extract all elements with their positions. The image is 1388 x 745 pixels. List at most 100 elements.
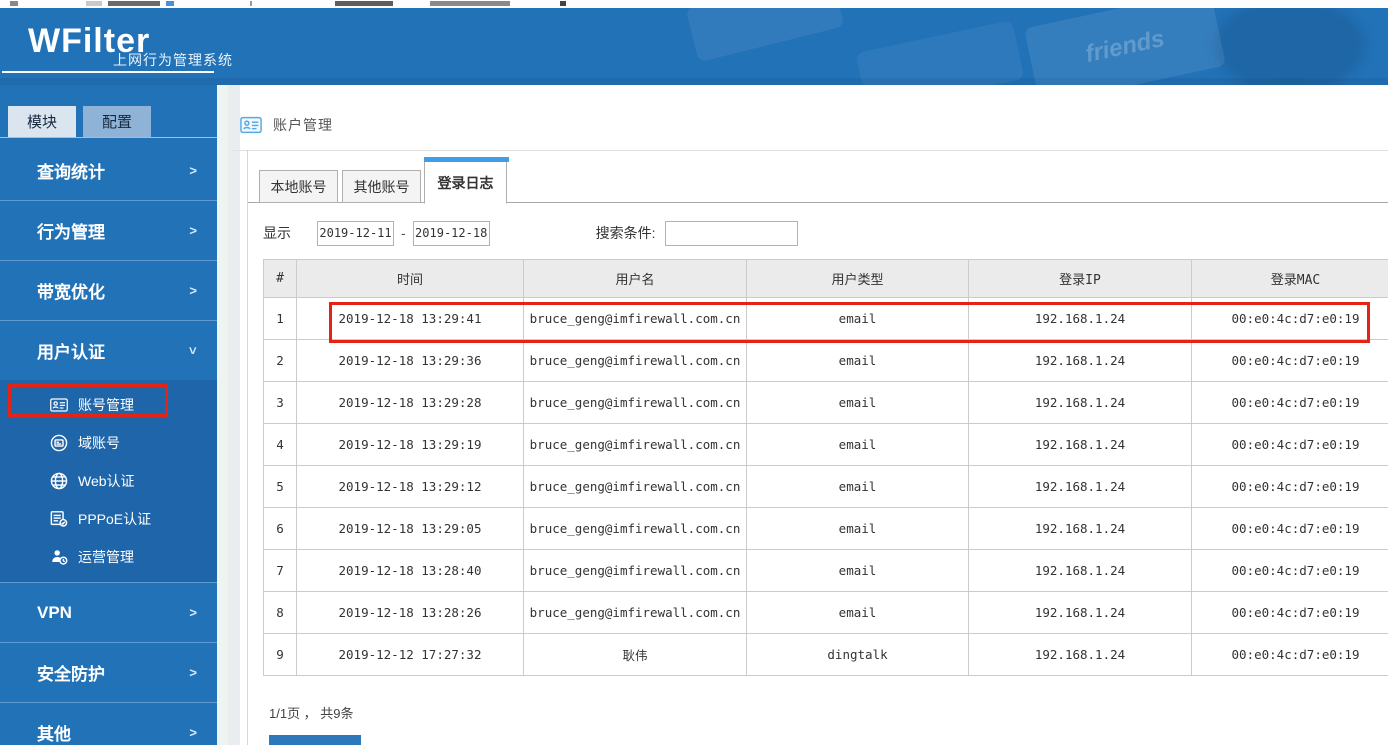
column-header: 用户类型 (746, 259, 969, 298)
table-cell: email (746, 549, 969, 592)
table-cell: 2019-12-18 13:29:12 (296, 465, 524, 508)
domain-account-icon (50, 433, 70, 453)
table-cell: 7 (263, 549, 297, 592)
table-cell: 8 (263, 591, 297, 634)
chevron-right-icon: > (189, 665, 197, 680)
table-cell: 5 (263, 465, 297, 508)
sidebar: 模块 配置 查询统计 > 行为管理 > 带宽优化 > 用户认证 > 账号管理 域账号 Web认证 PPP… (0, 71, 217, 745)
page-title: 账户管理 (273, 117, 333, 133)
sidebar-subitem-2[interactable]: Web认证 (0, 462, 217, 500)
table-cell: 2019-12-18 13:29:19 (296, 423, 524, 466)
sidebar-menu: 查询统计 > 行为管理 > 带宽优化 > 用户认证 > 账号管理 域账号 Web认证 PPPoE认证运… (0, 140, 217, 745)
id-card-icon (50, 395, 70, 415)
id-card-icon (240, 116, 262, 134)
chevron-right-icon: > (189, 162, 197, 178)
browser-remnant-mark (335, 1, 393, 6)
tab-login-log[interactable]: 登录日志 (424, 157, 509, 204)
table-cell: 192.168.1.24 (968, 507, 1192, 550)
date-to-input[interactable] (412, 220, 490, 246)
globe-icon (50, 471, 70, 491)
table-cell: 2019-12-18 13:29:05 (296, 507, 524, 550)
search-criteria-input[interactable] (664, 220, 798, 246)
column-header: # (263, 259, 297, 298)
browser-remnant-mark (560, 1, 566, 6)
wfilter-app: friends WFilter 上网行为管理系统 模块 配置 查询统计 > 行为管理 >… (0, 0, 1388, 745)
browser-remnant-mark (86, 1, 102, 6)
sidebar-item-6[interactable]: 其他 > (0, 702, 217, 745)
table-row[interactable]: 2 2019-12-18 13:29:36 bruce_geng@imfirewal… (263, 339, 1388, 382)
search-criteria-label: 搜索条件: (595, 225, 656, 241)
sidebar-subitem-label: Web认证 (78, 473, 135, 489)
browser-remnant-mark (250, 1, 252, 6)
browser-remnant-strip (0, 0, 1388, 8)
table-cell: bruce_geng@imfirewall.com.cn (523, 591, 747, 634)
sidebar-subitem-4[interactable]: 运营管理 (0, 538, 217, 576)
chevron-right-icon: > (189, 605, 197, 620)
table-cell: 192.168.1.24 (968, 297, 1192, 340)
sidebar-subitem-label: 账号管理 (78, 397, 134, 413)
table-cell: bruce_geng@imfirewall.com.cn (523, 465, 747, 508)
keyboard-decoration (685, 8, 845, 63)
table-cell: 192.168.1.24 (968, 423, 1192, 466)
app-logo-subtitle: 上网行为管理系统 (113, 52, 233, 68)
chevron-right-icon: > (189, 725, 197, 740)
column-header: 用户名 (523, 259, 747, 298)
date-from-input[interactable] (317, 220, 394, 246)
table-cell: bruce_geng@imfirewall.com.cn (523, 423, 747, 466)
column-header: 登录IP (968, 259, 1192, 298)
sidebar-item-5[interactable]: 安全防护 > (0, 642, 217, 702)
column-header: 时间 (296, 259, 524, 298)
sidebar-subitem-3[interactable]: PPPoE认证 (0, 500, 217, 538)
display-label: 显示 (263, 225, 291, 241)
page-title-row: 账户管理 (240, 115, 333, 135)
chevron-right-icon: > (189, 283, 197, 298)
browser-remnant-mark (430, 1, 510, 6)
sidebar-item-label: VPN (37, 602, 72, 622)
tab-local-accounts[interactable]: 本地账号 (259, 170, 338, 203)
header-shade (0, 78, 1388, 85)
table-cell: dingtalk (746, 633, 969, 676)
table-cell: 2019-12-18 13:29:36 (296, 339, 524, 382)
account-panel: 本地账号 其他账号 登录日志 显示 - 搜索条件: #时间用户名用户类型登录IP… (247, 150, 1388, 745)
table-row[interactable]: 8 2019-12-18 13:28:26 bruce_geng@imfirewal… (263, 591, 1388, 634)
table-cell: 192.168.1.24 (968, 591, 1192, 634)
table-row[interactable]: 4 2019-12-18 13:29:19 bruce_geng@imfirewal… (263, 423, 1388, 466)
table-cell: 2019-12-18 13:28:26 (296, 591, 524, 634)
sidebar-item-4[interactable]: VPN > (0, 582, 217, 642)
sidebar-item-0[interactable]: 查询统计 > (0, 140, 217, 200)
table-cell: 00:e0:4c:d7:e0:19 (1191, 339, 1388, 382)
table-row[interactable]: 5 2019-12-18 13:29:12 bruce_geng@imfirewal… (263, 465, 1388, 508)
pagination-text: 1/1页 ， 共9条 (269, 706, 354, 721)
table-row[interactable]: 7 2019-12-18 13:28:40 bruce_geng@imfirewal… (263, 549, 1388, 592)
sidebar-tab-config[interactable]: 配置 (83, 106, 151, 137)
table-row[interactable]: 9 2019-12-12 17:27:32 耿伟 dingtalk 192.168.1.… (263, 633, 1388, 676)
sidebar-item-3[interactable]: 用户认证 > (0, 320, 217, 380)
login-log-table-wrap: # 时间 用户名 用户类型 登录IP 登录MAC 1 2019-12-18 13:29:41 b… (263, 259, 1388, 676)
sidebar-item-label: 用户认证 (37, 343, 105, 362)
table-cell: 00:e0:4c:d7:e0:19 (1191, 381, 1388, 424)
sidebar-subitem-0[interactable]: 账号管理 (0, 386, 217, 424)
browser-remnant-mark (166, 1, 174, 6)
sidebar-item-1[interactable]: 行为管理 > (0, 200, 217, 260)
finger-decoration (1215, 8, 1365, 85)
table-row[interactable]: 3 2019-12-18 13:29:28 bruce_geng@imfirewal… (263, 381, 1388, 424)
app-header: friends WFilter 上网行为管理系统 (0, 8, 1388, 85)
table-cell: bruce_geng@imfirewall.com.cn (523, 381, 747, 424)
table-cell: 2019-12-12 17:27:32 (296, 633, 524, 676)
login-log-table: # 时间 用户名 用户类型 登录IP 登录MAC 1 2019-12-18 13:29:41 b… (263, 259, 1388, 676)
sidebar-subitem-1[interactable]: 域账号 (0, 424, 217, 462)
tab-other-accounts[interactable]: 其他账号 (342, 170, 421, 203)
table-cell: 00:e0:4c:d7:e0:19 (1191, 507, 1388, 550)
action-button[interactable] (269, 735, 361, 745)
content-tabs: 本地账号 其他账号 登录日志 (248, 157, 1388, 204)
table-row[interactable]: 6 2019-12-18 13:29:05 bruce_geng@imfirewal… (263, 507, 1388, 550)
sidebar-item-2[interactable]: 带宽优化 > (0, 260, 217, 320)
sidebar-tab-modules[interactable]: 模块 (8, 106, 76, 137)
sidebar-item-label: 查询统计 (37, 162, 105, 182)
table-row[interactable]: 1 2019-12-18 13:29:41 bruce_geng@imfirewal… (263, 297, 1388, 340)
main-content: 账户管理 本地账号 其他账号 登录日志 显示 - 搜索条件: #时间用户名用户类… (217, 85, 1388, 745)
sidebar-item-label: 行为管理 (37, 223, 105, 242)
table-cell: 3 (263, 381, 297, 424)
table-cell: 6 (263, 507, 297, 550)
browser-remnant-mark (108, 1, 160, 6)
